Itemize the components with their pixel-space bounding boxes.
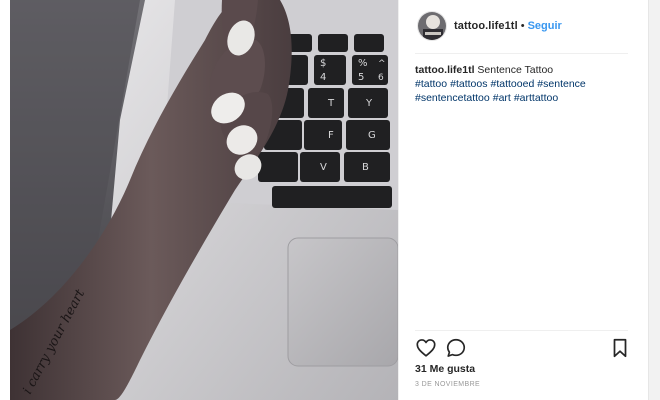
svg-text:6: 6: [378, 73, 384, 83]
caption-username[interactable]: tattoo.life1tl: [415, 64, 475, 76]
svg-text:G: G: [368, 130, 376, 141]
hashtag-link[interactable]: #sentencetattoo: [415, 92, 490, 104]
post-header: tattoo.life1tl • Seguir: [417, 10, 562, 42]
follow-button[interactable]: Seguir: [528, 20, 562, 32]
post-date: 3 DE NOVIEMBRE: [415, 381, 481, 388]
hashtag-link[interactable]: #arttattoo: [514, 92, 558, 104]
post-actions: [415, 337, 629, 359]
svg-text:4: 4: [320, 72, 326, 83]
hashtag-link[interactable]: #tattooed: [491, 78, 535, 90]
svg-text:^: ^: [378, 59, 386, 69]
save-button[interactable]: [609, 337, 631, 359]
svg-text:T: T: [327, 98, 335, 109]
heart-icon: [416, 339, 436, 357]
post-caption: tattoo.life1tl Sentence Tattoo #tattoo #t…: [415, 63, 625, 105]
caption-text: Sentence Tattoo: [477, 64, 554, 76]
hashtag-list: #tattoo #tattoos #tattooed #sentence #sente…: [415, 77, 625, 105]
svg-text:V: V: [320, 162, 327, 173]
post-image: $4 %5 ^6 TY FG VB i carry your heart: [10, 0, 398, 400]
avatar-image: [418, 12, 446, 40]
header-separator: •: [520, 20, 525, 32]
like-button[interactable]: [415, 337, 437, 359]
header-divider: [415, 53, 628, 54]
avatar[interactable]: [417, 11, 447, 41]
svg-text:$: $: [320, 58, 326, 69]
svg-text:5: 5: [358, 72, 364, 83]
actions-divider: [415, 330, 628, 331]
post-username[interactable]: tattoo.life1tl: [454, 20, 518, 32]
hashtag-link[interactable]: #tattoo: [415, 78, 447, 90]
post-photo[interactable]: $4 % 5 ^ 6 TY FG VB i carry your heart: [10, 0, 398, 400]
hashtag-link[interactable]: #art: [493, 92, 511, 104]
svg-text:B: B: [362, 162, 369, 173]
like-count[interactable]: 31 Me gusta: [415, 363, 475, 375]
left-margin: [0, 0, 10, 400]
hashtag-link[interactable]: #tattoos: [450, 78, 487, 90]
window-scrollbar[interactable]: [648, 0, 660, 400]
svg-text:F: F: [328, 130, 334, 141]
post-details-panel: tattoo.life1tl • Seguir tattoo.life1tl S…: [398, 0, 648, 400]
svg-text:%: %: [358, 58, 368, 69]
comment-icon: [446, 338, 466, 357]
svg-text:Y: Y: [365, 98, 373, 109]
hashtag-link[interactable]: #sentence: [537, 78, 585, 90]
comment-button[interactable]: [445, 337, 467, 359]
bookmark-icon: [613, 338, 627, 358]
